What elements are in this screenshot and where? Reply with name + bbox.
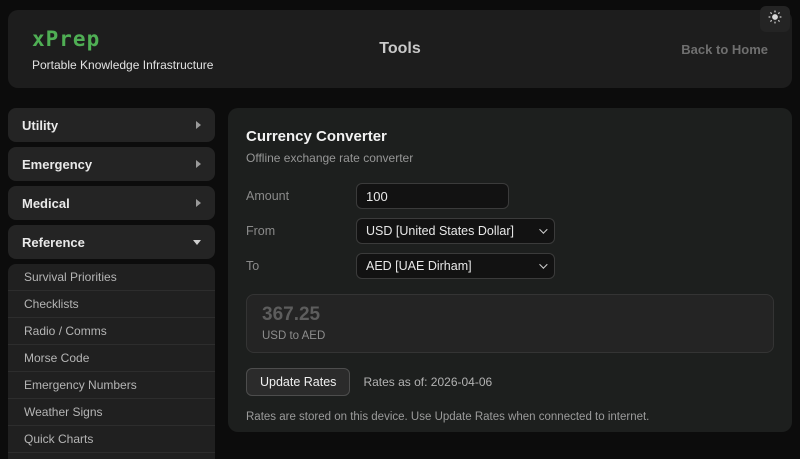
sidebar-category-utility[interactable]: Utility	[8, 108, 215, 142]
chevron-right-icon	[196, 160, 201, 168]
rates-as-of-text: Rates as of: 2026-04-06	[363, 375, 493, 389]
back-to-home-link[interactable]: Back to Home	[681, 42, 768, 57]
chevron-right-icon	[196, 121, 201, 129]
app-header: xPrep Portable Knowledge Infrastructure …	[8, 10, 792, 88]
sidebar-item-country-codes[interactable]: Country Codes	[8, 453, 215, 459]
to-selected-value: AED [UAE Dirham]	[366, 259, 472, 273]
actions-row: Update Rates Rates as of: 2026-04-06	[246, 368, 774, 396]
sidebar-item-weather-signs[interactable]: Weather Signs	[8, 399, 215, 426]
theme-toggle-button[interactable]	[760, 6, 790, 32]
from-selected-value: USD [United States Dollar]	[366, 224, 514, 238]
chevron-down-icon	[193, 239, 201, 245]
to-row: To AED [UAE Dirham]	[246, 253, 774, 279]
amount-label: Amount	[246, 189, 290, 203]
conversion-result-caption: USD to AED	[262, 330, 326, 342]
category-label: Reference	[22, 234, 85, 250]
converter-form: Amount From USD [United States Dollar] T…	[246, 183, 774, 279]
sidebar-item-survival-priorities[interactable]: Survival Priorities	[8, 264, 215, 291]
conversion-result-box: 367.25 USD to AED	[246, 294, 774, 353]
sidebar-category-reference[interactable]: Reference	[8, 225, 215, 259]
logo-block: xPrep Portable Knowledge Infrastructure	[32, 27, 213, 72]
chevron-down-icon	[539, 260, 548, 269]
sidebar-item-emergency-numbers[interactable]: Emergency Numbers	[8, 372, 215, 399]
sidebar-item-morse-code[interactable]: Morse Code	[8, 345, 215, 372]
sidebar-category-medical[interactable]: Medical	[8, 186, 215, 220]
sidebar-item-quick-charts[interactable]: Quick Charts	[8, 426, 215, 453]
currency-converter-panel: Currency Converter Offline exchange rate…	[228, 108, 792, 432]
from-row: From USD [United States Dollar]	[246, 218, 774, 244]
conversion-result-value: 367.25	[262, 304, 321, 325]
amount-row: Amount	[246, 183, 774, 209]
category-label: Utility	[22, 117, 59, 133]
sun-icon	[768, 10, 782, 29]
sidebar-item-radio-comms[interactable]: Radio / Comms	[8, 318, 215, 345]
offline-note: Rates are stored on this device. Use Upd…	[246, 411, 650, 423]
app-logo: xPrep	[32, 26, 101, 51]
chevron-down-icon	[539, 225, 548, 234]
tool-subtitle: Offline exchange rate converter	[246, 151, 414, 165]
sidebar-category-emergency[interactable]: Emergency	[8, 147, 215, 181]
category-label: Emergency	[22, 156, 93, 172]
chevron-right-icon	[196, 199, 201, 207]
sidebar-item-checklists[interactable]: Checklists	[8, 291, 215, 318]
amount-input[interactable]	[356, 183, 509, 209]
app-tagline: Portable Knowledge Infrastructure	[32, 57, 214, 72]
to-currency-select[interactable]: AED [UAE Dirham]	[356, 253, 555, 279]
category-label: Medical	[22, 195, 70, 211]
to-label: To	[246, 259, 260, 273]
from-label: From	[246, 224, 276, 238]
reference-sublist: Survival Priorities Checklists Radio / C…	[8, 264, 215, 459]
update-rates-button[interactable]: Update Rates	[246, 368, 351, 396]
tool-title: Currency Converter	[246, 128, 387, 145]
sidebar: Utility Emergency Medical Reference Surv…	[8, 108, 215, 459]
from-currency-select[interactable]: USD [United States Dollar]	[356, 218, 555, 244]
